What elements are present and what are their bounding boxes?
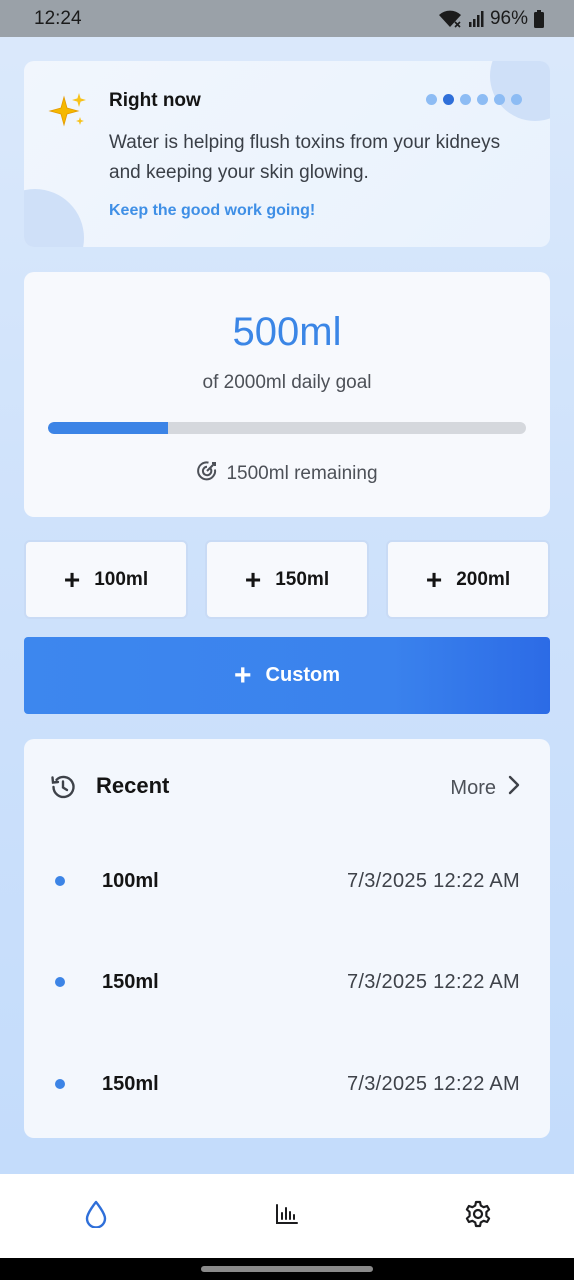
bullet [55, 1079, 65, 1089]
insight-cta[interactable]: Keep the good work going! [109, 202, 315, 220]
plus-icon: + [234, 658, 252, 692]
home-gesture-bar[interactable] [201, 1266, 373, 1272]
status-time: 12:24 [34, 7, 82, 29]
carousel-dot[interactable] [477, 94, 488, 105]
button-label: 200ml [456, 568, 511, 590]
status-bar: 12:24 96% [0, 0, 574, 37]
progress-bar-fill [48, 422, 168, 434]
status-icons: 96% [438, 8, 544, 30]
button-label: Custom [265, 664, 340, 686]
signal-icon [468, 10, 484, 27]
remaining-row: 1500ml remaining [24, 460, 550, 488]
more-label: More [450, 776, 496, 799]
chevron-right-icon [508, 775, 520, 801]
list-item[interactable]: 100ml 7/3/2025 12:22 AM [24, 862, 550, 902]
custom-amount-button[interactable]: + Custom [24, 637, 550, 714]
more-link[interactable]: More [450, 775, 520, 801]
add-100ml-button[interactable]: + 100ml [24, 540, 188, 619]
recent-card: Recent More 100ml 7/3/2025 12:22 AM 150m… [24, 739, 550, 1138]
settings-icon [464, 1200, 492, 1233]
nav-settings[interactable] [448, 1186, 508, 1246]
plus-icon: + [244, 563, 262, 595]
daily-goal: of 2000ml daily goal [202, 372, 372, 393]
carousel-dot[interactable] [460, 94, 471, 105]
carousel-dot[interactable] [426, 94, 437, 105]
battery-level: 96% [489, 7, 528, 29]
list-item[interactable]: 150ml 7/3/2025 12:22 AM [24, 1065, 550, 1105]
target-icon [196, 460, 218, 488]
carousel-dot[interactable] [443, 94, 454, 105]
insight-message: Water is helping flush toxins from your … [109, 132, 501, 183]
insight-title: Right now [109, 90, 201, 111]
drop-icon [85, 1200, 107, 1233]
carousel-dots[interactable] [426, 94, 522, 105]
wifi-icon [438, 10, 462, 28]
history-icon [49, 773, 77, 801]
progress-card: 500ml of 2000ml daily goal 1500ml remain… [24, 272, 550, 517]
plus-icon: + [63, 563, 81, 595]
bullet [55, 876, 65, 886]
carousel-dot[interactable] [494, 94, 505, 105]
progress-bar [48, 422, 526, 434]
intake-amount: 500ml [232, 310, 342, 354]
plus-icon: + [425, 563, 443, 595]
sparkles-icon [48, 91, 88, 131]
insight-card[interactable]: Right now Water is helping flush toxins … [24, 61, 550, 247]
remaining-text: 1500ml remaining [226, 463, 378, 484]
entry-volume: 150ml [102, 971, 159, 993]
button-label: 150ml [275, 568, 330, 590]
bullet [55, 977, 65, 987]
bar-chart-icon [275, 1203, 299, 1230]
bottom-nav [0, 1174, 574, 1258]
add-150ml-button[interactable]: + 150ml [205, 540, 369, 619]
system-gesture-area [0, 1258, 574, 1280]
entry-volume: 150ml [102, 1073, 159, 1095]
nav-stats[interactable] [257, 1186, 317, 1246]
battery-icon [534, 9, 544, 28]
carousel-dot[interactable] [511, 94, 522, 105]
entry-volume: 100ml [102, 870, 159, 892]
entry-time: 7/3/2025 12:22 AM [346, 870, 520, 892]
recent-title: Recent [96, 773, 170, 798]
button-label: 100ml [94, 568, 149, 590]
entry-time: 7/3/2025 12:22 AM [346, 971, 520, 993]
decor-blob [24, 189, 84, 247]
decor-blob [490, 61, 550, 121]
add-200ml-button[interactable]: + 200ml [386, 540, 550, 619]
list-item[interactable]: 150ml 7/3/2025 12:22 AM [24, 963, 550, 1003]
nav-home[interactable] [66, 1186, 126, 1246]
entry-time: 7/3/2025 12:22 AM [346, 1073, 520, 1095]
